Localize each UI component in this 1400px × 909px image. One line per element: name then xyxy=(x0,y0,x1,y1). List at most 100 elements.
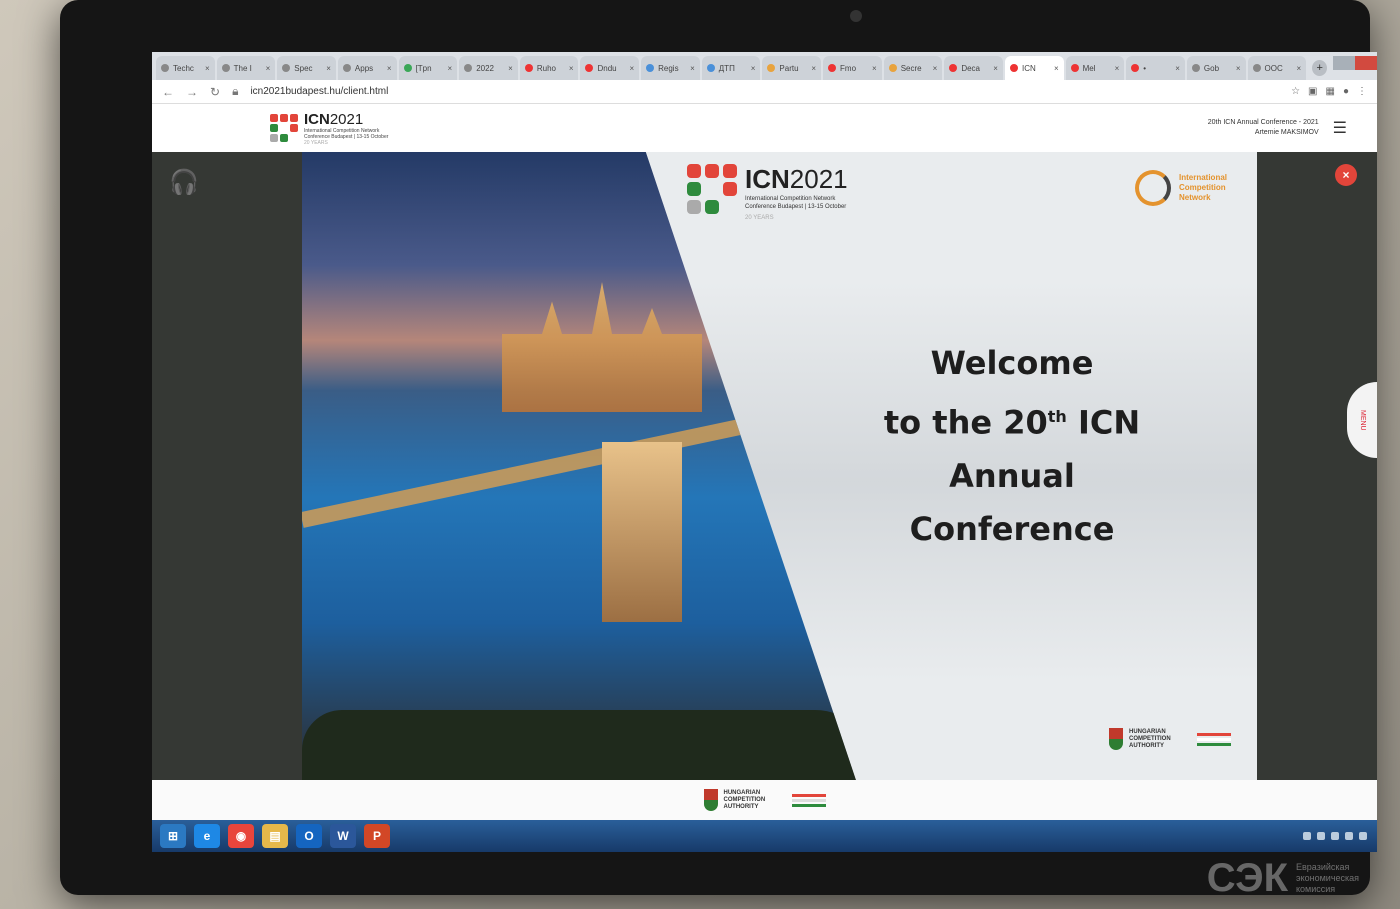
tab-label: Secre xyxy=(900,63,922,73)
icn-logo-mark-icon xyxy=(270,114,298,142)
site-logo[interactable]: ICN2021 International Competition Networ… xyxy=(270,111,394,146)
tab-close-icon[interactable]: × xyxy=(508,64,513,73)
kebab-menu-icon[interactable]: ⋮ xyxy=(1357,86,1367,97)
browser-tab[interactable]: Gob × xyxy=(1186,56,1246,80)
tab-close-icon[interactable]: × xyxy=(993,64,998,73)
browser-tab[interactable]: Deca × xyxy=(944,56,1003,80)
browser-tab[interactable]: Spec × xyxy=(277,56,336,80)
header-user-info: 20th ICN Annual Conference - 2021 Artemi… xyxy=(1208,118,1319,138)
browser-tab[interactable]: Dndu × xyxy=(580,56,640,80)
site-header: ICN2021 International Competition Networ… xyxy=(152,104,1377,152)
browser-tab[interactable]: ДТП × xyxy=(701,56,761,80)
new-tab-button[interactable]: + xyxy=(1312,60,1328,76)
tab-close-icon[interactable]: × xyxy=(629,64,634,73)
browser-tab[interactable]: [Tpn × xyxy=(398,56,458,80)
parliament-building xyxy=(502,282,702,412)
window-controls xyxy=(1333,56,1377,74)
taskbar-outlook-icon[interactable]: O xyxy=(296,824,322,848)
event-title: 20th ICN Annual Conference - 2021 xyxy=(1207,119,1319,126)
tray-icon[interactable] xyxy=(1303,832,1311,840)
tab-close-icon[interactable]: × xyxy=(266,64,271,73)
taskbar-powerpoint-icon[interactable]: P xyxy=(364,824,390,848)
tab-close-icon[interactable]: × xyxy=(933,64,938,73)
logo-text: ICN xyxy=(304,110,330,128)
browser-tab[interactable]: Ruho × xyxy=(519,56,579,80)
browser-tab[interactable]: ООС × xyxy=(1247,56,1307,80)
logo-years: 20 YEARS xyxy=(304,139,328,146)
tab-favicon-icon xyxy=(767,64,776,72)
tab-favicon-icon xyxy=(1252,64,1261,72)
tab-favicon-icon xyxy=(342,64,351,72)
tray-icon[interactable] xyxy=(1345,832,1353,840)
browser-tab[interactable]: Partu × xyxy=(762,56,822,80)
taskbar-ie-icon[interactable]: e xyxy=(194,824,220,848)
browser-tab[interactable]: Mel × xyxy=(1065,56,1125,80)
tab-close-icon[interactable]: × xyxy=(690,64,695,73)
puzzle-icon[interactable]: ▦ xyxy=(1326,86,1335,97)
tab-close-icon[interactable]: × xyxy=(326,64,331,73)
tab-close-icon[interactable]: × xyxy=(1175,64,1180,73)
headphone-icon[interactable]: 🎧 xyxy=(168,168,200,196)
trees-foreground xyxy=(302,710,856,780)
tab-close-icon[interactable]: × xyxy=(205,64,210,73)
minimize-button[interactable] xyxy=(1333,56,1356,70)
webcam xyxy=(850,10,862,22)
tab-close-icon[interactable]: × xyxy=(872,64,877,73)
icn-network-ring-icon xyxy=(1135,170,1171,206)
taskbar-chrome-icon[interactable]: ◉ xyxy=(228,824,254,848)
hamburger-menu-icon[interactable]: ☰ xyxy=(1333,118,1347,138)
tab-close-icon[interactable]: × xyxy=(1054,64,1059,73)
tab-close-icon[interactable]: × xyxy=(751,64,756,73)
browser-tab[interactable]: 2022 × xyxy=(459,56,518,80)
tab-label: Ruho xyxy=(536,63,556,73)
hungarian-flag-icon xyxy=(791,793,826,807)
browser-tab[interactable]: Regis × xyxy=(641,56,700,80)
tab-close-icon[interactable]: × xyxy=(569,64,574,73)
windows-taskbar: ⊞ e ◉ ▤ O W P xyxy=(152,820,1377,852)
back-icon[interactable]: ← xyxy=(162,85,174,99)
taskbar-word-icon[interactable]: W xyxy=(330,824,356,848)
tab-label: The I xyxy=(233,63,252,73)
reload-icon[interactable]: ↻ xyxy=(210,85,220,99)
star-icon[interactable]: ☆ xyxy=(1291,86,1300,97)
tab-label: [Tpn xyxy=(415,63,432,73)
hungarian-flag-icon xyxy=(1197,732,1231,746)
browser-tab[interactable]: Secre × xyxy=(883,56,943,80)
welcome-line-3: Annual Conference xyxy=(909,456,1115,548)
tab-favicon-icon xyxy=(524,64,533,72)
close-stage-button[interactable]: × xyxy=(1335,164,1357,186)
browser-tab-strip: Techc × The I × Spec × Apps × [Tpn × 2022 × Ruho × Dnd… xyxy=(152,52,1377,80)
tab-label: Spec xyxy=(294,63,313,73)
tab-label: ООС xyxy=(1264,63,1283,73)
tab-close-icon[interactable]: × xyxy=(1236,64,1241,73)
tray-icon[interactable] xyxy=(1359,832,1367,840)
tab-close-icon[interactable]: × xyxy=(387,64,392,73)
browser-tab[interactable]: • × xyxy=(1126,56,1185,80)
tab-label: ДТП xyxy=(718,63,735,73)
tray-icon[interactable] xyxy=(1317,832,1325,840)
taskbar-explorer-icon[interactable]: ▤ xyxy=(262,824,288,848)
profile-icon[interactable]: ● xyxy=(1343,86,1349,97)
browser-tab[interactable]: The I × xyxy=(216,56,276,80)
url-field[interactable]: icn2021budapest.hu/client.html xyxy=(250,86,388,97)
taskbar-start-icon[interactable]: ⊞ xyxy=(160,824,186,848)
window-close-button[interactable] xyxy=(1355,56,1377,70)
tab-label: Dndu xyxy=(597,63,617,73)
tab-favicon-icon xyxy=(1131,64,1140,72)
browser-tab[interactable]: Techc × xyxy=(156,56,215,80)
browser-tab[interactable]: ICN × xyxy=(1004,56,1064,80)
tab-favicon-icon xyxy=(464,64,473,72)
tab-favicon-icon xyxy=(706,64,715,72)
browser-tab[interactable]: Fmo × xyxy=(823,56,882,80)
extension-icon[interactable]: ▣ xyxy=(1308,86,1317,97)
tray-icon[interactable] xyxy=(1331,832,1339,840)
welcome-heading: Welcome to the 20th ICN Annual Conferenc… xyxy=(842,337,1182,556)
tab-close-icon[interactable]: × xyxy=(1115,64,1120,73)
tab-favicon-icon xyxy=(221,64,230,72)
hungarian-coat-of-arms-icon xyxy=(1109,728,1123,750)
tab-close-icon[interactable]: × xyxy=(1297,64,1302,73)
tab-close-icon[interactable]: × xyxy=(448,64,453,73)
browser-tab[interactable]: Apps × xyxy=(337,56,397,80)
forward-icon[interactable]: → xyxy=(186,85,198,99)
tab-close-icon[interactable]: × xyxy=(811,64,816,73)
